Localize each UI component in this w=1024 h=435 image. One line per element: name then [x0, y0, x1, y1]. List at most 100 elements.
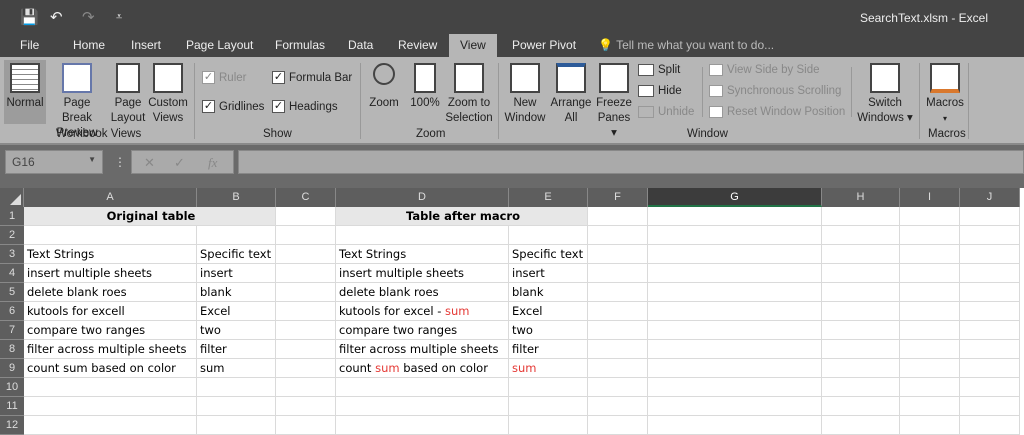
select-all-corner[interactable]: [0, 188, 24, 207]
row-header-6[interactable]: 6: [0, 302, 24, 321]
more-icon[interactable]: ⋮: [114, 155, 126, 169]
cell-F4[interactable]: [588, 264, 648, 283]
insert-function-icon[interactable]: fx: [208, 155, 217, 171]
cell-I6[interactable]: [900, 302, 960, 321]
cell-H1[interactable]: [822, 207, 900, 226]
gridlines-checkbox[interactable]: ✓ Gridlines: [202, 100, 264, 113]
cell-F6[interactable]: [588, 302, 648, 321]
cell-C10[interactable]: [276, 378, 336, 397]
macros-button[interactable]: Macros ▾: [922, 63, 968, 126]
freeze-panes-button[interactable]: Freeze Panes ▾: [594, 63, 634, 141]
tab-review[interactable]: Review: [398, 38, 437, 52]
row-header-3[interactable]: 3: [0, 245, 24, 264]
cell-J9[interactable]: [960, 359, 1020, 378]
cell-F2[interactable]: [588, 226, 648, 245]
cell-G10[interactable]: [648, 378, 822, 397]
cell-D4[interactable]: insert multiple sheets: [336, 264, 509, 283]
cell-J2[interactable]: [960, 226, 1020, 245]
formula-input[interactable]: [238, 150, 1024, 174]
cell-B3[interactable]: Specific text: [197, 245, 276, 264]
tell-me-search[interactable]: 💡 Tell me what you want to do...: [598, 38, 774, 52]
cell-H12[interactable]: [822, 416, 900, 435]
cell-C3[interactable]: [276, 245, 336, 264]
row-header-8[interactable]: 8: [0, 340, 24, 359]
cell-G11[interactable]: [648, 397, 822, 416]
new-window-button[interactable]: New Window: [503, 63, 547, 126]
column-header-I[interactable]: I: [900, 188, 960, 207]
cell-F11[interactable]: [588, 397, 648, 416]
cell-C1[interactable]: [276, 207, 336, 226]
cell-A6[interactable]: kutools for excell: [24, 302, 197, 321]
cell-A10[interactable]: [24, 378, 197, 397]
cell-F3[interactable]: [588, 245, 648, 264]
tab-data[interactable]: Data: [348, 38, 373, 52]
custom-views-button[interactable]: Custom Views: [147, 63, 189, 126]
cell-F10[interactable]: [588, 378, 648, 397]
column-header-H[interactable]: H: [822, 188, 900, 207]
normal-view-button[interactable]: Normal: [4, 60, 46, 124]
zoom-to-selection-button[interactable]: Zoom to Selection: [444, 63, 494, 126]
cell-D8[interactable]: filter across multiple sheets: [336, 340, 509, 359]
cell-A7[interactable]: compare two ranges: [24, 321, 197, 340]
cell-H7[interactable]: [822, 321, 900, 340]
cell-G2[interactable]: [648, 226, 822, 245]
column-header-D[interactable]: D: [336, 188, 509, 207]
page-layout-view-button[interactable]: Page Layout: [108, 63, 148, 126]
view-side-by-side-button[interactable]: View Side by Side: [709, 64, 819, 76]
cell-J12[interactable]: [960, 416, 1020, 435]
cell-D10[interactable]: [336, 378, 509, 397]
column-header-J[interactable]: J: [960, 188, 1020, 207]
cell-I7[interactable]: [900, 321, 960, 340]
column-header-E[interactable]: E: [509, 188, 588, 207]
cell-C11[interactable]: [276, 397, 336, 416]
cell-J4[interactable]: [960, 264, 1020, 283]
cell-B8[interactable]: filter: [197, 340, 276, 359]
cell-C7[interactable]: [276, 321, 336, 340]
headings-checkbox[interactable]: ✓ Headings: [272, 100, 338, 113]
cell-F8[interactable]: [588, 340, 648, 359]
cell-C4[interactable]: [276, 264, 336, 283]
cell-B4[interactable]: insert: [197, 264, 276, 283]
cell-A12[interactable]: [24, 416, 197, 435]
cell-F12[interactable]: [588, 416, 648, 435]
chevron-down-icon[interactable]: ▼: [88, 155, 96, 164]
column-header-C[interactable]: C: [276, 188, 336, 207]
cell-F5[interactable]: [588, 283, 648, 302]
cell-H5[interactable]: [822, 283, 900, 302]
split-button[interactable]: Split: [638, 64, 680, 76]
cell-A8[interactable]: filter across multiple sheets: [24, 340, 197, 359]
cell-H2[interactable]: [822, 226, 900, 245]
cell-J1[interactable]: [960, 207, 1020, 226]
zoom-button[interactable]: Zoom: [366, 63, 402, 111]
cell-B12[interactable]: [197, 416, 276, 435]
cell-B10[interactable]: [197, 378, 276, 397]
cell-I5[interactable]: [900, 283, 960, 302]
unhide-button[interactable]: Unhide: [638, 106, 694, 118]
cell-I4[interactable]: [900, 264, 960, 283]
cell-E3[interactable]: Specific text: [509, 245, 588, 264]
cell-D7[interactable]: compare two ranges: [336, 321, 509, 340]
cell-E10[interactable]: [509, 378, 588, 397]
cell-J8[interactable]: [960, 340, 1020, 359]
cell-D5[interactable]: delete blank roes: [336, 283, 509, 302]
cell-B7[interactable]: two: [197, 321, 276, 340]
cell-D2[interactable]: [336, 226, 509, 245]
switch-windows-button[interactable]: Switch Windows ▾: [856, 63, 914, 126]
cell-A3[interactable]: Text Strings: [24, 245, 197, 264]
cell-C9[interactable]: [276, 359, 336, 378]
zoom-100-button[interactable]: 100%: [408, 63, 442, 111]
cell-D11[interactable]: [336, 397, 509, 416]
undo-icon[interactable]: ↶: [50, 8, 63, 26]
cell-E8[interactable]: filter: [509, 340, 588, 359]
row-header-7[interactable]: 7: [0, 321, 24, 340]
column-header-F[interactable]: F: [588, 188, 648, 207]
synchronous-scrolling-button[interactable]: Synchronous Scrolling: [709, 85, 841, 97]
arrange-all-button[interactable]: Arrange All: [550, 63, 592, 126]
tab-view[interactable]: View: [449, 34, 497, 58]
cell-G7[interactable]: [648, 321, 822, 340]
cell-E11[interactable]: [509, 397, 588, 416]
cell-C2[interactable]: [276, 226, 336, 245]
cell-I2[interactable]: [900, 226, 960, 245]
row-header-4[interactable]: 4: [0, 264, 24, 283]
cell-H10[interactable]: [822, 378, 900, 397]
